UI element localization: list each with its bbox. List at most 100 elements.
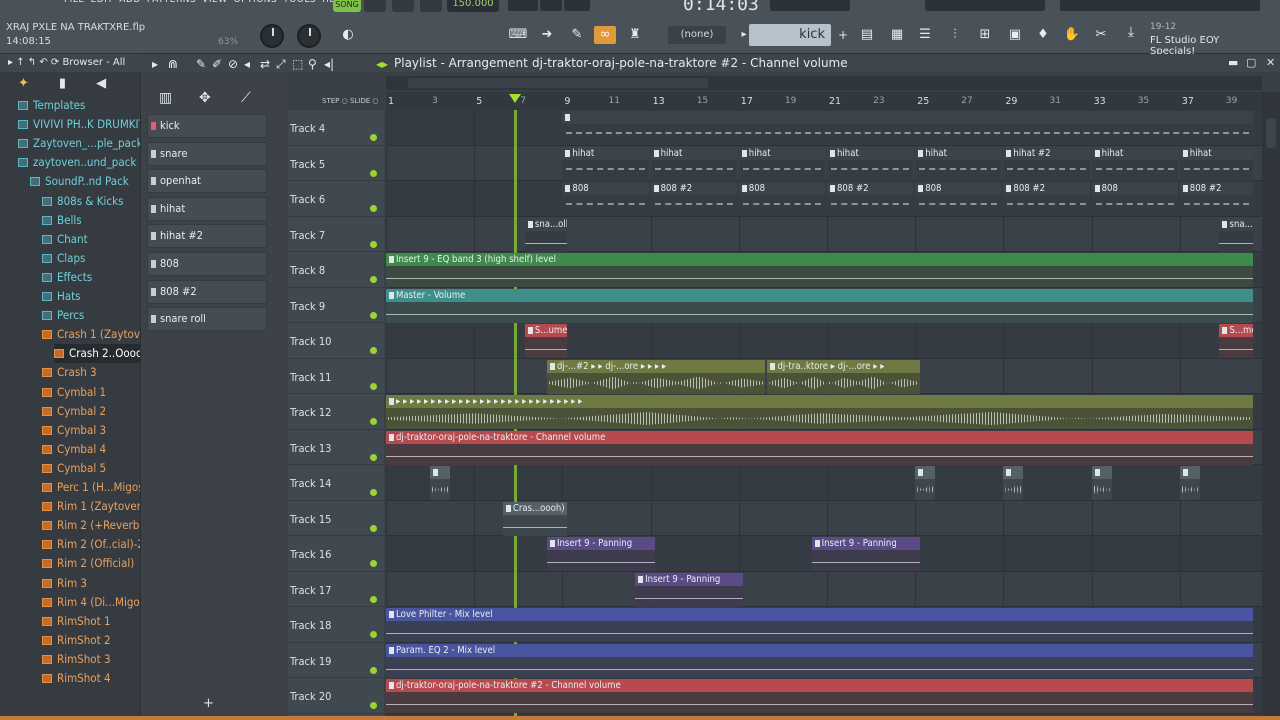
channel-rack-window-icon[interactable]: ☰ [914, 26, 936, 44]
browser-file-icon[interactable]: ▮ [59, 76, 66, 91]
horizontal-scroll-thumb[interactable] [408, 78, 708, 88]
track-lane[interactable] [386, 571, 1262, 607]
arrangement-icon[interactable]: ◂▸ [376, 57, 388, 71]
browser-file[interactable]: Cymbal 1 [42, 383, 140, 402]
browser-folder[interactable]: Bells [42, 211, 140, 230]
track-mute-led[interactable] [370, 418, 377, 425]
browser-file[interactable]: RimShot 1 [42, 612, 140, 631]
track-lane[interactable] [386, 216, 1262, 252]
browser-window-icon[interactable]: ⊞ [974, 26, 996, 44]
browser-file[interactable]: Rim 2 (+Reverb) [42, 516, 143, 535]
automation-clip[interactable]: Param. EQ 2 - Mix level [386, 643, 1253, 678]
track-mute-led[interactable] [370, 453, 377, 461]
automation-clip[interactable]: Insert 9 - Panning [546, 537, 656, 571]
plugin-database-icon[interactable]: ▣ [1004, 26, 1026, 44]
browser-file[interactable]: Cymbal 4 [42, 440, 140, 459]
track-mute-led[interactable] [370, 595, 377, 603]
audio-input-icon[interactable]: ♜ [624, 26, 646, 44]
channel-picker-item[interactable]: kick [147, 114, 267, 138]
browser-file[interactable]: Cymbal 2 [42, 402, 140, 421]
automation-clip[interactable]: Insert 9 - Panning [811, 537, 920, 571]
draw-tool-icon[interactable]: ✎ [196, 57, 206, 71]
master-pitch-knob[interactable] [297, 24, 321, 48]
menu-item-tools[interactable]: TOOLS [283, 0, 316, 5]
pattern-clip[interactable]: hihat [562, 146, 649, 181]
add-channel-icon[interactable]: + [832, 26, 854, 44]
step-label[interactable]: STEP [322, 97, 339, 105]
track-mute-led[interactable] [370, 489, 377, 496]
track-header[interactable]: Track 18 [288, 607, 384, 643]
track-lane[interactable] [386, 323, 1262, 359]
plugin-icon[interactable]: ✥ [199, 90, 211, 106]
channel-picker-item[interactable]: snare roll [147, 307, 267, 332]
stop-button[interactable] [392, 0, 414, 12]
master-volume-knob[interactable] [260, 24, 284, 48]
track-mute-led[interactable] [370, 240, 377, 248]
mixer-window-icon[interactable]: ⫶ [944, 26, 966, 44]
vertical-scroll-thumb[interactable] [1266, 118, 1276, 148]
track-mute-led[interactable] [370, 702, 377, 709]
track-header[interactable]: Track 4 [288, 110, 384, 146]
track-mute-led[interactable] [370, 382, 377, 390]
browser-folder[interactable]: SoundP..nd Pack [30, 172, 140, 191]
tempo-tapper-icon[interactable]: ✂ [1090, 26, 1112, 44]
pattern-selector[interactable]: (none) [668, 26, 726, 44]
automation-clip[interactable]: dj-traktor-oraj-pole-na-traktore - Chann… [386, 430, 1253, 465]
pattern-clip[interactable]: 808 #2 [1179, 182, 1253, 216]
pattern-clip[interactable]: 808 #2 [650, 182, 737, 216]
track-mute-led[interactable] [370, 276, 377, 283]
menu-item-file[interactable]: FILE [64, 0, 85, 5]
download-icon[interactable]: ⤓ [1121, 24, 1141, 44]
automation-clip[interactable]: Insert 9 - EQ band 3 (high shelf) level [386, 253, 1253, 287]
piano-icon[interactable]: ▥ [159, 90, 172, 106]
audio-clip[interactable] [1003, 466, 1024, 500]
channel-picker-item[interactable]: hihat #2 [147, 224, 267, 249]
close-icon[interactable]: ✕ [1266, 54, 1275, 72]
horizontal-scrollbar[interactable] [386, 76, 1262, 90]
browser-file[interactable]: Cymbal 3 [42, 421, 140, 440]
browser-file[interactable]: Cymbal 5 [42, 459, 140, 478]
play-button[interactable] [364, 0, 386, 12]
paint-tool-icon[interactable]: ✐ [212, 57, 222, 71]
browser-folder[interactable]: Hats [42, 287, 140, 306]
playlist-window-icon[interactable]: ▤ [856, 26, 878, 44]
pattern-clip[interactable]: hihat [738, 146, 825, 181]
plugin-picker-icon[interactable]: ♦ [1032, 26, 1054, 44]
countdown-icon[interactable] [564, 0, 590, 11]
browser-folder[interactable]: Effects [42, 268, 140, 287]
pattern-clip[interactable]: hihat [827, 146, 914, 181]
audio-clip[interactable] [430, 466, 451, 500]
menu-item-patterns[interactable]: PATTERNS [147, 0, 196, 5]
zoom-tool-icon[interactable]: ⚲ [308, 57, 317, 71]
mute-tool-icon[interactable]: ◂ [244, 57, 250, 71]
piano-roll-window-icon[interactable]: ▦ [886, 26, 908, 44]
pattern-clip[interactable]: 808 #2 [1003, 182, 1090, 216]
automation-clip[interactable]: Insert 9 - Panning [635, 572, 744, 607]
track-mute-led[interactable] [370, 631, 377, 638]
browser-file[interactable]: Rim 2 (Official) [42, 554, 140, 573]
browser-file[interactable]: Rim 1 (Zaytoven) [42, 497, 147, 516]
pattern-clip[interactable]: 808 [1091, 182, 1178, 216]
channel-picker-item[interactable]: 808 #2 [147, 279, 267, 304]
pattern-clip[interactable]: hihat [1091, 146, 1178, 181]
pattern-clip[interactable]: 808 [738, 182, 825, 216]
playhead-marker[interactable] [509, 94, 521, 103]
track-mute-led[interactable] [370, 169, 377, 177]
channel-picker-item[interactable]: hihat [147, 196, 267, 221]
track-mute-led[interactable] [370, 666, 377, 674]
automation-clip[interactable]: S...me [1219, 324, 1253, 358]
wait-input-icon[interactable] [540, 0, 562, 11]
automation-clip[interactable]: S...ume [524, 324, 567, 358]
picker-add-icon[interactable]: + [203, 696, 214, 711]
touch-controller-icon[interactable]: ✋ [1061, 26, 1083, 44]
minimize-icon[interactable]: ▬ [1228, 54, 1238, 72]
browser-header[interactable]: ▸ ↑ ↰ ↶ ⟳ Browser - All [0, 54, 140, 72]
pattern-clip[interactable]: 808 [562, 182, 649, 216]
automation-icon[interactable]: ⟋ [241, 90, 251, 106]
track-lane[interactable] [386, 465, 1262, 501]
audio-clip[interactable] [915, 466, 936, 500]
browser-folder[interactable]: 808s & Kicks [42, 192, 140, 211]
browser-file[interactable]: Rim 4 (Di...Migos) [42, 593, 149, 612]
track-header[interactable]: Track 15 [288, 501, 384, 536]
track-header[interactable]: Track 14 [288, 465, 384, 501]
